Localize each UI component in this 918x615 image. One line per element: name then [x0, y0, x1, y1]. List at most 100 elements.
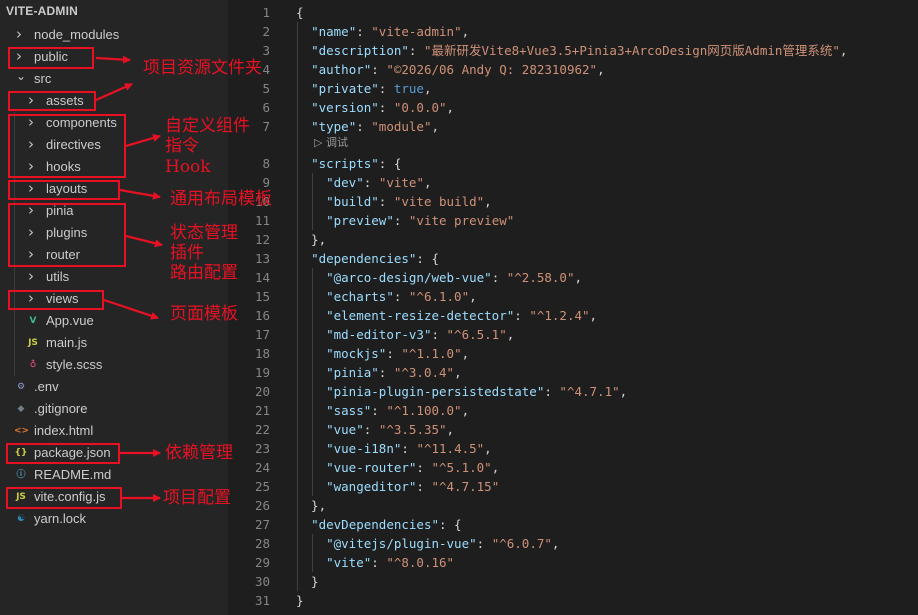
tree-item-label: yarn.lock — [34, 511, 87, 526]
json-key: "@arco-design/web-vue" — [326, 270, 492, 285]
explorer-title[interactable]: VITE-ADMIN — [6, 4, 78, 18]
json-key: "sass" — [326, 403, 372, 418]
json-string: "^11.4.5" — [416, 441, 485, 456]
code-line[interactable]: "dev": "vite", — [296, 173, 431, 192]
json-string: "vite build" — [393, 194, 485, 209]
indent-guide — [312, 534, 313, 572]
tree-item-index-html[interactable]: <> index.html — [0, 420, 228, 442]
code-line[interactable]: } — [296, 591, 304, 610]
json-punctuation: : — [393, 213, 409, 228]
json-string: "^6.1.0" — [408, 289, 470, 304]
code-line[interactable]: "description": "最新研发Vite8+Vue3.5+Pinia3+… — [296, 41, 847, 60]
json-punctuation: : — [378, 365, 394, 380]
highlight-public — [8, 47, 94, 69]
json-punctuation: , — [484, 194, 492, 209]
tree-item-label: index.html — [34, 423, 94, 438]
json-string: "module" — [371, 119, 432, 134]
indent-guide — [312, 268, 313, 496]
json-string: "^5.1.0" — [431, 460, 492, 475]
tree-item-main-js[interactable]: JS main.js — [0, 332, 228, 354]
tree-item-readme-md[interactable]: ⓘ README.md — [0, 464, 228, 486]
code-line[interactable]: }, — [296, 496, 326, 515]
chevron-down-icon: ⌄ — [16, 69, 27, 83]
code-line[interactable]: "private": true, — [296, 79, 431, 98]
js-file-icon: JS — [28, 338, 38, 348]
code-line[interactable]: "vite": "^8.0.16" — [296, 553, 454, 572]
code-line[interactable]: "scripts": { — [296, 154, 401, 173]
code-line[interactable]: }, — [296, 230, 326, 249]
tree-item-label: .gitignore — [34, 401, 88, 416]
json-punctuation — [296, 62, 311, 77]
json-key: "vue-i18n" — [326, 441, 402, 456]
code-line[interactable]: "vue": "^3.5.35", — [296, 420, 454, 439]
code-line[interactable]: "vue-i18n": "^11.4.5", — [296, 439, 492, 458]
json-punctuation: } — [296, 593, 304, 608]
code-line[interactable]: "dependencies": { — [296, 249, 439, 268]
code-line[interactable]: "mockjs": "^1.1.0", — [296, 344, 469, 363]
json-punctuation — [296, 119, 311, 134]
code-line[interactable]: "echarts": "^6.1.0", — [296, 287, 477, 306]
chevron-right-icon: › — [28, 267, 34, 285]
code-line[interactable]: "md-editor-v3": "^6.5.1", — [296, 325, 514, 344]
json-string: "最新研发Vite8+Vue3.5+Pinia3+ArcoDesign网页版Ad… — [423, 43, 840, 58]
json-punctuation — [296, 100, 311, 115]
code-line[interactable]: "devDependencies": { — [296, 515, 462, 534]
code-line[interactable]: } — [296, 572, 319, 591]
code-line[interactable]: "name": "vite-admin", — [296, 22, 469, 41]
code-line[interactable]: "build": "vite build", — [296, 192, 492, 211]
line-number: 23 — [254, 441, 270, 456]
annotation-pinia: 状态管理 — [170, 223, 238, 243]
tree-item-label: utils — [46, 269, 70, 284]
code-line[interactable]: "pinia-plugin-persistedstate": "^4.7.1", — [296, 382, 627, 401]
tree-item-style-scss[interactable]: ♁ style.scss — [0, 354, 228, 376]
tree-item-node-modules[interactable]: › node_modules — [0, 24, 228, 46]
code-line[interactable]: "@vitejs/plugin-vue": "^6.0.7", — [296, 534, 559, 553]
code-line[interactable]: "version": "0.0.0", — [296, 98, 454, 117]
annotation-public: 项目资源文件夹 — [143, 58, 262, 78]
annotation-package: 依赖管理 — [165, 443, 233, 463]
tree-item-env[interactable]: ⚙ .env — [0, 376, 228, 398]
highlight-package-json — [6, 443, 120, 464]
tree-item-label: App.vue — [46, 313, 94, 328]
debug-codelens[interactable]: ▷ 调试 — [314, 134, 348, 152]
json-key: "element-resize-detector" — [326, 308, 515, 323]
code-line[interactable]: "author": "©2026/06 Andy Q: 282310962", — [296, 60, 605, 79]
html-file-icon: <> — [14, 426, 30, 436]
code-line[interactable]: "pinia": "^3.0.4", — [296, 363, 462, 382]
annotation-views: 页面模板 — [170, 304, 238, 324]
line-number: 24 — [254, 460, 270, 475]
code-line[interactable]: "sass": "^1.100.0", — [296, 401, 469, 420]
json-string: "0.0.0" — [393, 100, 447, 115]
json-punctuation: , — [446, 100, 455, 115]
json-punctuation: : — [371, 62, 387, 77]
json-punctuation: : — [378, 81, 394, 96]
annotation-router: 路由配置 — [170, 263, 238, 283]
json-string: "^8.0.16" — [386, 555, 455, 570]
json-punctuation: , — [551, 536, 560, 551]
json-key: "vite" — [326, 555, 372, 570]
code-line[interactable]: "preview": "vite preview" — [296, 211, 514, 230]
code-line[interactable]: "element-resize-detector": "^1.2.4", — [296, 306, 597, 325]
json-string: "vite" — [378, 175, 424, 190]
code-line[interactable]: "vue-router": "^5.1.0", — [296, 458, 499, 477]
json-key: "echarts" — [326, 289, 394, 304]
json-punctuation: }, — [296, 498, 327, 513]
json-string: "^4.7.15" — [431, 479, 500, 494]
json-punctuation — [296, 517, 311, 532]
code-line[interactable]: "wangeditor": "^4.7.15" — [296, 477, 499, 496]
line-number: 20 — [254, 384, 270, 399]
json-punctuation: : — [386, 346, 402, 361]
json-punctuation: : — [356, 119, 372, 134]
json-key: "preview" — [326, 213, 394, 228]
indent-guide — [312, 173, 313, 230]
json-punctuation: : — [393, 289, 409, 304]
json-string: "^2.58.0" — [506, 270, 575, 285]
json-punctuation: : — [491, 270, 507, 285]
tree-item-gitignore[interactable]: ◆ .gitignore — [0, 398, 228, 420]
code-line[interactable]: { — [296, 3, 304, 22]
code-line[interactable]: "@arco-design/web-vue": "^2.58.0", — [296, 268, 582, 287]
json-punctuation: , — [454, 365, 462, 380]
json-punctuation — [296, 251, 311, 266]
line-number: 6 — [262, 100, 270, 115]
tree-item-yarn-lock[interactable]: ☯ yarn.lock — [0, 508, 228, 530]
